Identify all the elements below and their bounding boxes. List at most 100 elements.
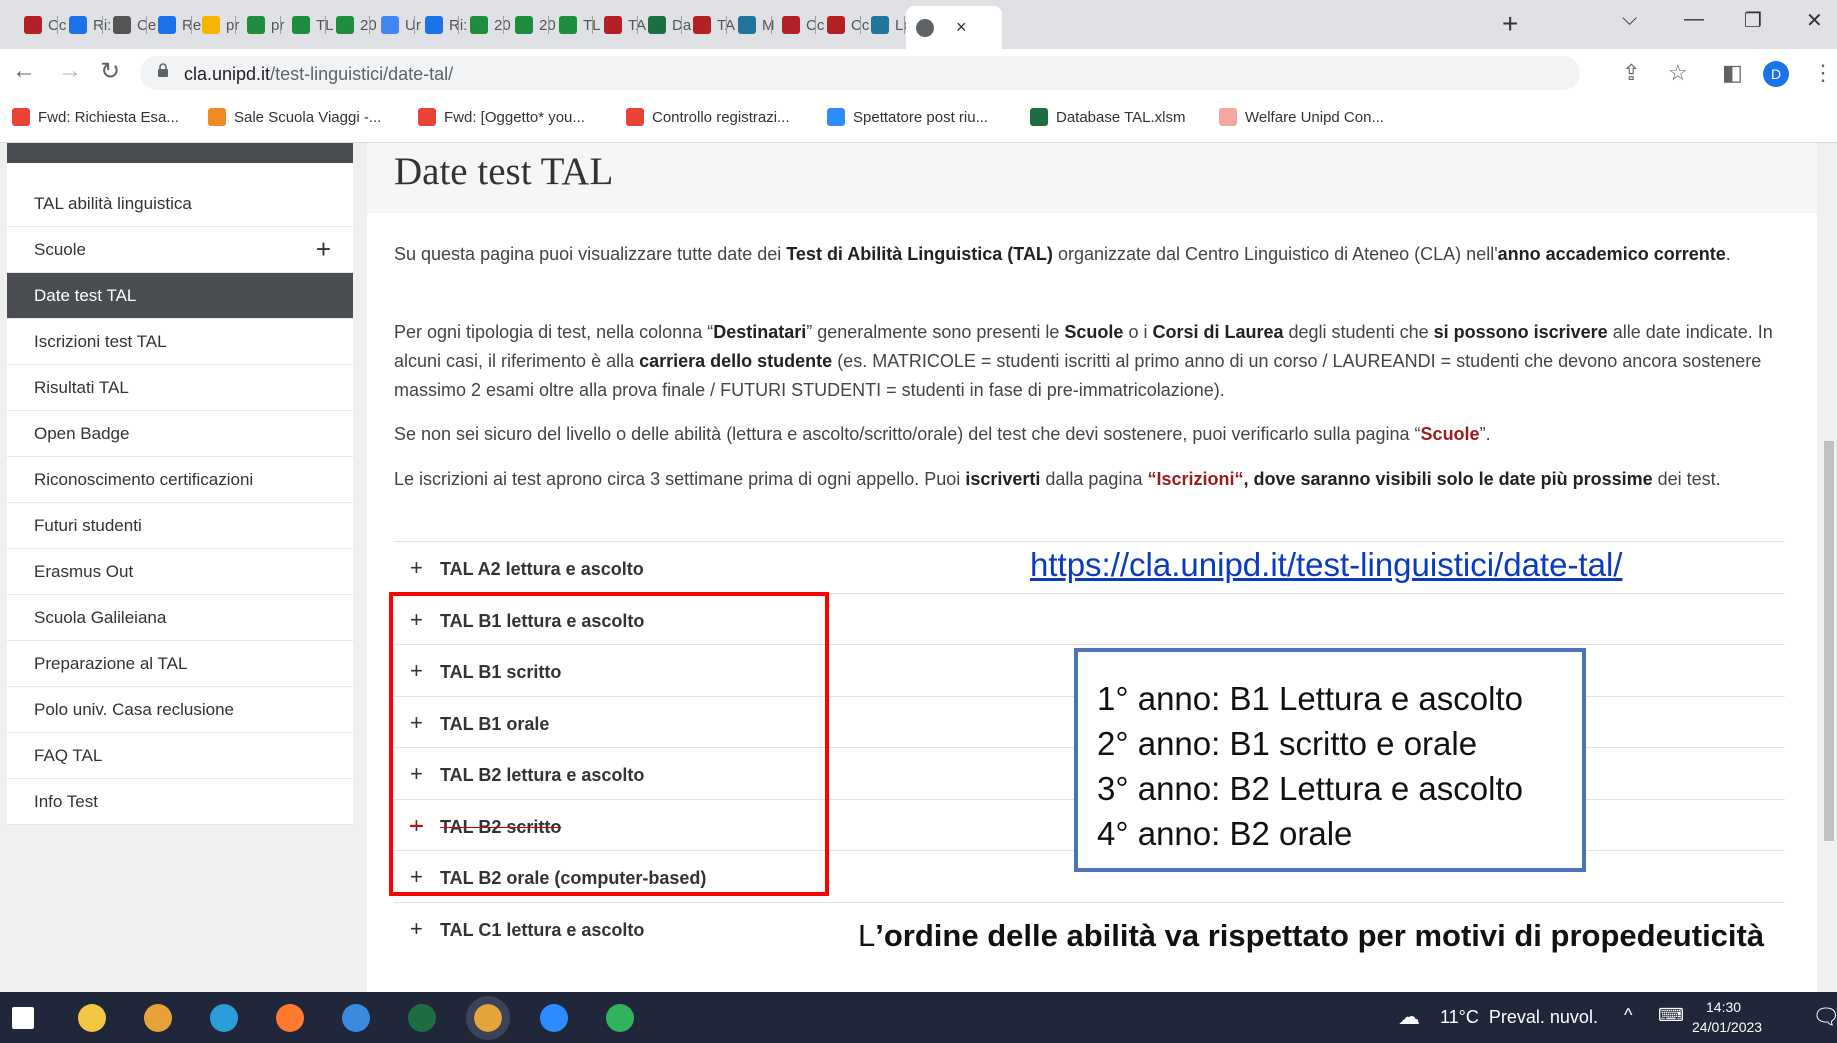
browser-tab[interactable]: TL [282,8,334,42]
sidebar-item[interactable]: Erasmus Out [7,549,353,595]
bookmark-item[interactable]: Controllo registrazi... [626,108,790,126]
sidebar-item[interactable]: TAL abilità linguistica [7,181,353,227]
browser-tab[interactable]: 20 [326,8,377,42]
gmail-icon [418,108,436,126]
gmail-icon [12,108,30,126]
close-window-button[interactable]: ✕ [1806,8,1823,33]
registration-paragraph: Le iscrizioni ai test aprono circa 3 set… [394,469,1721,489]
edge-icon[interactable] [210,1004,238,1032]
tray-chevron-icon[interactable]: ^ [1624,1005,1632,1026]
expand-plus-icon[interactable]: + [316,227,331,272]
back-arrow-icon[interactable]: ← [12,57,36,85]
omnibox[interactable]: cla.unipd.it/test-linguistici/date-tal/ [140,56,1580,90]
weather-text[interactable]: 11°C Preval. nuvol. [1440,1007,1598,1028]
tab-separator [57,16,58,34]
google-forms-cross-icon [559,16,577,34]
sidebar-item[interactable]: Info Test [7,779,353,825]
notification-icon[interactable]: 🗨 [1812,1004,1837,1030]
browser-tab[interactable]: TA [683,8,735,42]
reload-icon[interactable]: ↻ [100,57,120,86]
bookmark-item[interactable]: Database TAL.xlsm [1030,108,1186,126]
clock-date[interactable]: 24/01/2023 [1692,1019,1762,1035]
bookmark-item[interactable]: Sale Scuola Viaggi -... [208,108,381,126]
tab-separator [904,16,905,34]
forward-arrow-icon[interactable]: → [58,57,82,85]
windows-start-icon[interactable] [12,1007,34,1029]
year-plan-line: 2° anno: B1 scritto e orale [1097,725,1478,762]
iscrizioni-link[interactable]: “Iscrizioni“ [1147,469,1243,489]
bookmark-item[interactable]: Welfare Unipd Con... [1219,108,1384,126]
active-browser-tab[interactable]: × [906,6,1002,49]
chrome-icon[interactable] [144,1004,172,1032]
browser-tab[interactable]: TL [549,8,601,42]
menu-kebab-icon[interactable]: ⋮ [1812,60,1834,86]
title-strip: Date test TAL [367,143,1817,213]
browser-tab[interactable]: Da [638,8,691,42]
browser-tab[interactable]: Cc [817,8,869,42]
browser-tab[interactable]: Re [148,8,201,42]
tab-search-chevron-icon[interactable]: ⌵ [1622,8,1637,31]
bookmark-item[interactable]: Fwd: [Oggetto* you... [418,108,585,126]
browser-tab[interactable]: Lc [861,8,911,42]
sidebar-item[interactable]: Risultati TAL [7,365,353,411]
browser-tab[interactable]: Cc [772,8,824,42]
google-forms-cross-icon [247,16,265,34]
bookmark-star-icon[interactable]: ☆ [1668,60,1688,86]
bookmark-label: Sale Scuola Viaggi -... [234,108,382,126]
sidebar-item[interactable]: Scuola Galileiana [7,595,353,641]
minimize-button[interactable]: — [1684,8,1704,31]
sidebar-item[interactable]: Polo univ. Casa reclusione [7,687,353,733]
browser-tab[interactable]: Cc [14,8,66,42]
browser-tab[interactable]: Ri: [415,8,467,42]
sidebar-item[interactable]: Date test TAL [7,273,353,319]
firefox-icon[interactable] [276,1004,304,1032]
network-icon[interactable]: ⌨ [1658,1005,1684,1026]
profile-avatar[interactable]: D [1763,61,1789,87]
file-explorer-icon[interactable] [78,1004,106,1032]
side-panel-icon[interactable]: ◧ [1722,60,1743,86]
sidebar-item-label: TAL abilità linguistica [34,194,192,213]
bookmark-item[interactable]: Spettatore post riu... [827,108,988,126]
sidebar-item[interactable]: Scuole + [7,227,353,273]
browser-tab[interactable]: pr [237,8,284,42]
clock-time[interactable]: 14:30 [1706,999,1741,1015]
sidebar-item[interactable]: FAQ TAL [7,733,353,779]
sidebar-item[interactable]: Preparazione al TAL [7,641,353,687]
green-app-icon[interactable] [606,1004,634,1032]
weather-cloud-icon[interactable]: ☁ [1398,1004,1420,1030]
browser-tab[interactable]: TA [594,8,646,42]
internet-explorer-icon[interactable] [342,1004,370,1032]
sidebar-header [7,143,353,163]
url-text: cla.unipd.it/test-linguistici/date-tal/ [184,64,454,84]
sidebar-item[interactable]: Riconoscimento certificazioni [7,457,353,503]
browser-tab[interactable]: M [728,8,775,42]
scuole-link[interactable]: Scuole [1421,424,1480,444]
new-tab-button[interactable]: + [1502,8,1518,40]
share-icon[interactable]: ⇪ [1622,60,1640,86]
excel-icon [1030,108,1048,126]
windows-taskbar: ☁ 11°C Preval. nuvol. ^ ⌨ 14:30 24/01/20… [0,992,1837,1043]
browser-tab[interactable]: pr [192,8,239,42]
chrome-active-icon[interactable] [466,996,510,1040]
browser-tab[interactable]: 20 [505,8,556,42]
browser-tab[interactable]: Ur [371,8,421,42]
year-plan-line: 4° anno: B2 orale [1097,815,1353,852]
bookmark-item[interactable]: Fwd: Richiesta Esa... [12,108,179,126]
excel-icon[interactable] [408,1004,436,1032]
zoom-icon[interactable] [540,1004,568,1032]
sidebar-item[interactable]: Iscrizioni test TAL [7,319,353,365]
sidebar-item-label: Futuri studenti [34,516,142,535]
wordpress-icon [738,16,756,34]
sidebar-item-label: Date test TAL [34,286,137,305]
scrollbar-thumb[interactable] [1824,441,1834,841]
annotation-url[interactable]: https://cla.unipd.it/test-linguistici/da… [1030,546,1622,584]
browser-tab[interactable]: Ri: [59,8,111,42]
sidebar-item[interactable]: Futuri studenti [7,503,353,549]
google-forms-cross-icon [515,16,533,34]
restore-button[interactable]: ❐ [1744,8,1762,33]
close-tab-icon[interactable]: × [956,17,967,38]
browser-tab[interactable]: 20 [460,8,511,42]
browser-tab[interactable]: Ce [103,8,156,42]
sidebar-item[interactable]: Open Badge [7,411,353,457]
page-scrollbar[interactable] [1815,291,1837,841]
